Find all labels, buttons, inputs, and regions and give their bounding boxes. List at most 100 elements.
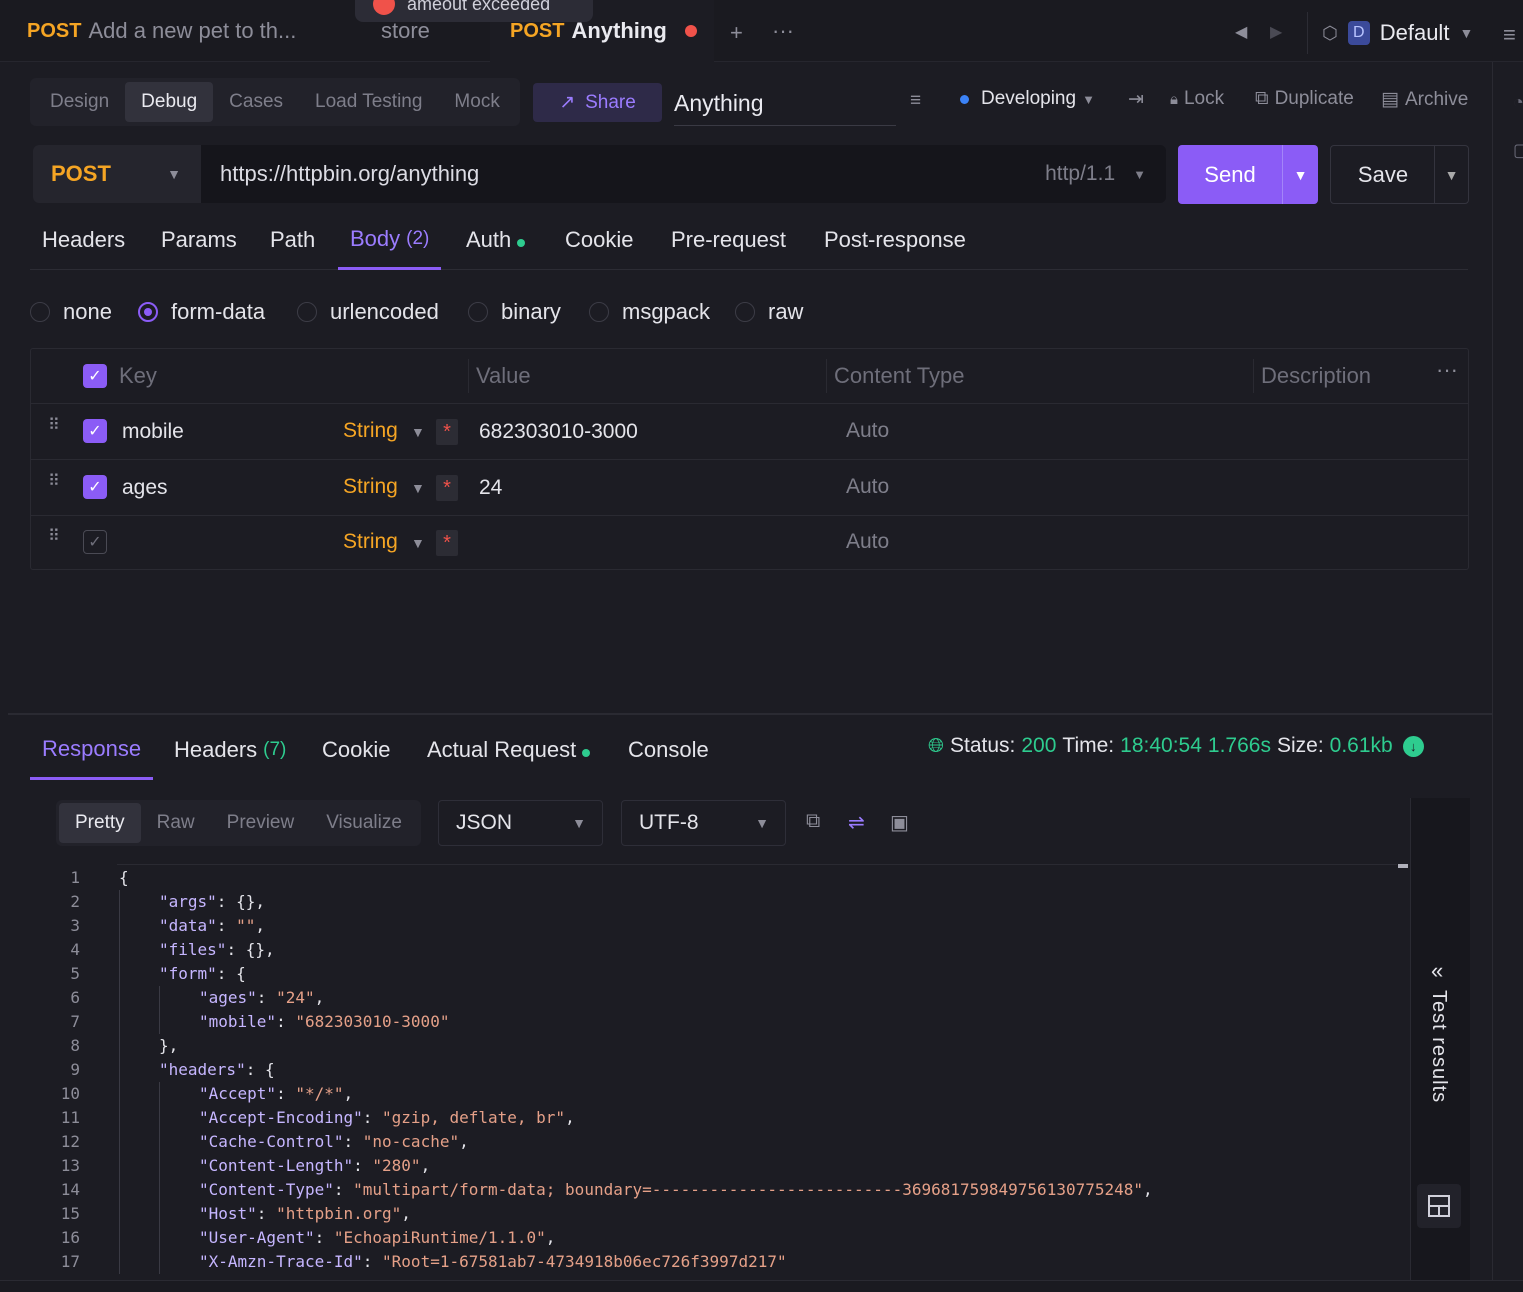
drag-handle-icon[interactable]: ⠿ (48, 474, 62, 496)
row-type[interactable]: String (343, 475, 398, 499)
row-value[interactable]: 682303010-3000 (479, 420, 638, 444)
row-type[interactable]: String (343, 419, 398, 443)
chevrons-left-icon[interactable]: « (1431, 958, 1443, 984)
row-content-type[interactable]: Auto (846, 530, 889, 554)
status-label: Status: (950, 734, 1016, 757)
more-icon[interactable]: ··· (1436, 357, 1458, 383)
line-number: 2 (70, 892, 80, 911)
format-select[interactable]: JSON ▼ (438, 800, 603, 846)
save-button[interactable]: Save ▼ (1330, 145, 1469, 204)
tab-actual-request[interactable]: Actual Request (427, 720, 591, 780)
send-button[interactable]: Send ▼ (1178, 145, 1318, 204)
row-key[interactable]: mobile (122, 420, 184, 444)
duplicate-button[interactable]: ⧉ Duplicate (1255, 88, 1354, 110)
radio-none[interactable]: none (30, 295, 112, 329)
radio-urlencoded[interactable]: urlencoded (297, 295, 439, 329)
drag-handle-icon[interactable]: ⠿ (48, 529, 62, 551)
rail-icon-1[interactable]: ◔ (1513, 92, 1523, 113)
mode-debug[interactable]: Debug (125, 82, 214, 122)
column-divider (826, 359, 827, 393)
row-type[interactable]: String (343, 530, 398, 554)
tab-response[interactable]: Response (30, 720, 154, 780)
tab-response-cookie[interactable]: Cookie (322, 720, 390, 780)
response-body[interactable]: 1{2 "args": {}, 3 "data": "", 4 "files": {}, 5… (30, 864, 1410, 1278)
chevron-down-icon[interactable]: ▼ (411, 535, 425, 551)
required-icon[interactable]: * (436, 475, 458, 501)
lock-button[interactable]: 🔒︎ Lock (1170, 88, 1224, 110)
more-icon[interactable]: ··· (772, 18, 794, 44)
menu-icon[interactable]: ≡ (1503, 22, 1516, 48)
download-icon[interactable]: ↓ (1402, 735, 1424, 757)
save-options-button[interactable]: ▼ (1434, 146, 1468, 203)
mode-load-testing[interactable]: Load Testing (299, 82, 438, 122)
tab-auth[interactable]: Auth (466, 210, 526, 270)
tab-body[interactable]: Body (2) (338, 210, 442, 270)
mode-design[interactable]: Design (34, 82, 125, 122)
panel-divider[interactable] (8, 713, 1492, 715)
select-all-checkbox[interactable]: ✓ (83, 364, 107, 388)
test-results-panel[interactable]: « Test results (1410, 798, 1470, 1282)
archive-button[interactable]: ▤ Archive (1381, 88, 1468, 111)
chevron-left-icon[interactable]: ◀ (1235, 22, 1247, 42)
save-icon[interactable]: ▣ (890, 810, 909, 835)
plus-icon[interactable]: + (730, 20, 743, 46)
copy-icon[interactable]: ⧉ (806, 810, 820, 833)
chevron-down-icon[interactable]: ▼ (411, 424, 425, 440)
view-preview[interactable]: Preview (211, 803, 311, 843)
radio-msgpack[interactable]: msgpack (589, 295, 710, 329)
required-icon[interactable]: * (436, 530, 458, 556)
share-button[interactable]: ↗ Share (533, 83, 662, 122)
tab-console[interactable]: Console (628, 720, 709, 780)
protocol-select[interactable]: http/1.1 ▼ (1045, 145, 1146, 203)
send-options-button[interactable]: ▼ (1282, 145, 1318, 204)
radio-circle (138, 302, 158, 322)
chevron-right-icon[interactable]: ▶ (1270, 22, 1282, 42)
tab-response-headers[interactable]: Headers (7) (174, 720, 286, 780)
tab-add-pet[interactable]: POST Add a new pet to th... (27, 0, 296, 62)
view-pretty[interactable]: Pretty (59, 803, 141, 843)
radio-form-data[interactable]: form-data (138, 295, 265, 329)
view-visualize[interactable]: Visualize (310, 803, 418, 843)
response-duration: 1.766s (1207, 734, 1271, 757)
row-checkbox[interactable]: ✓ (83, 475, 107, 499)
chevron-down-icon[interactable]: ▼ (411, 480, 425, 496)
row-checkbox[interactable]: ✓ (83, 530, 107, 554)
environment-select[interactable]: ⬡ D Default ▼ (1307, 12, 1491, 54)
rail-icon-2[interactable]: ▢ (1513, 140, 1523, 161)
encoding-select[interactable]: UTF-8 ▼ (621, 800, 786, 846)
view-raw[interactable]: Raw (141, 803, 211, 843)
tab-path[interactable]: Path (270, 210, 315, 270)
tab-params[interactable]: Params (161, 210, 237, 270)
toast-text: ameout exceeded (407, 0, 551, 14)
outline-icon[interactable]: ⇥ (1128, 88, 1144, 111)
request-name-input[interactable]: Anything (674, 82, 896, 126)
line-number: 13 (60, 1156, 80, 1175)
row-checkbox[interactable]: ✓ (83, 419, 107, 443)
status-select[interactable]: Developing ▼ (960, 88, 1095, 110)
unsaved-dot (684, 25, 697, 37)
tab-cookie[interactable]: Cookie (565, 210, 633, 270)
code-line: 5 "form": { (30, 962, 1410, 986)
mode-cases[interactable]: Cases (213, 82, 299, 122)
tab-pre-request[interactable]: Pre-request (671, 210, 786, 270)
radio-raw[interactable]: raw (735, 295, 803, 329)
radio-binary[interactable]: binary (468, 295, 561, 329)
drag-handle-icon[interactable]: ⠿ (48, 418, 62, 440)
method-select[interactable]: POST ▼ (33, 145, 201, 203)
tab-headers[interactable]: Headers (42, 210, 125, 270)
url-input[interactable]: https://httpbin.org/anything (220, 145, 479, 203)
mode-mock[interactable]: Mock (438, 82, 515, 122)
layout-toggle[interactable] (1417, 1184, 1461, 1228)
row-content-type[interactable]: Auto (846, 475, 889, 499)
required-icon[interactable]: * (436, 419, 458, 445)
wrap-icon[interactable]: ⇌ (848, 810, 865, 835)
radio-circle (589, 302, 609, 322)
code-text: "form": { (159, 964, 246, 983)
tab-post-response[interactable]: Post-response (824, 210, 966, 270)
row-value[interactable]: 24 (479, 476, 502, 500)
row-key[interactable]: ages (122, 476, 168, 500)
edit-notes-icon[interactable]: ≡ (910, 90, 921, 112)
row-content-type[interactable]: Auto (846, 419, 889, 443)
radio-label: urlencoded (330, 299, 439, 324)
chevron-down-icon: ▼ (1082, 91, 1095, 107)
